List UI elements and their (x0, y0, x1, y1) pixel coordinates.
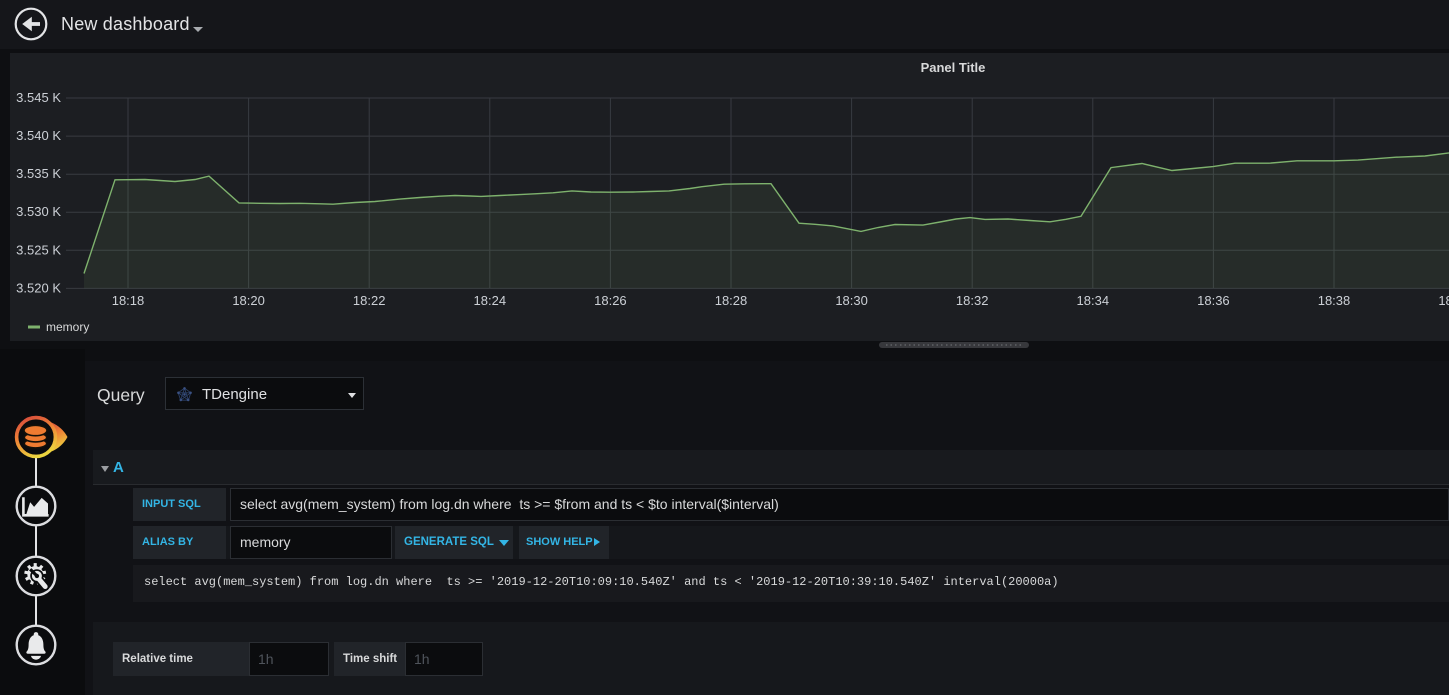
svg-text:18:20: 18:20 (232, 293, 265, 308)
svg-text:18:32: 18:32 (956, 293, 989, 308)
svg-text:3.530 K: 3.530 K (16, 204, 61, 219)
svg-text:18:40: 18:40 (1438, 293, 1449, 308)
svg-text:18:18: 18:18 (112, 293, 145, 308)
svg-text:3.535 K: 3.535 K (16, 166, 61, 181)
svg-text:3.520 K: 3.520 K (16, 280, 61, 295)
svg-text:memory: memory (46, 320, 89, 334)
svg-text:18:30: 18:30 (835, 293, 868, 308)
svg-text:18:28: 18:28 (715, 293, 748, 308)
svg-text:3.525 K: 3.525 K (16, 242, 61, 257)
svg-text:18:22: 18:22 (353, 293, 386, 308)
svg-text:18:34: 18:34 (1077, 293, 1110, 308)
svg-text:18:26: 18:26 (594, 293, 627, 308)
svg-text:18:38: 18:38 (1318, 293, 1351, 308)
svg-text:3.545 K: 3.545 K (16, 90, 61, 105)
svg-text:18:36: 18:36 (1197, 293, 1230, 308)
svg-text:18:24: 18:24 (474, 293, 507, 308)
svg-text:3.540 K: 3.540 K (16, 128, 61, 143)
